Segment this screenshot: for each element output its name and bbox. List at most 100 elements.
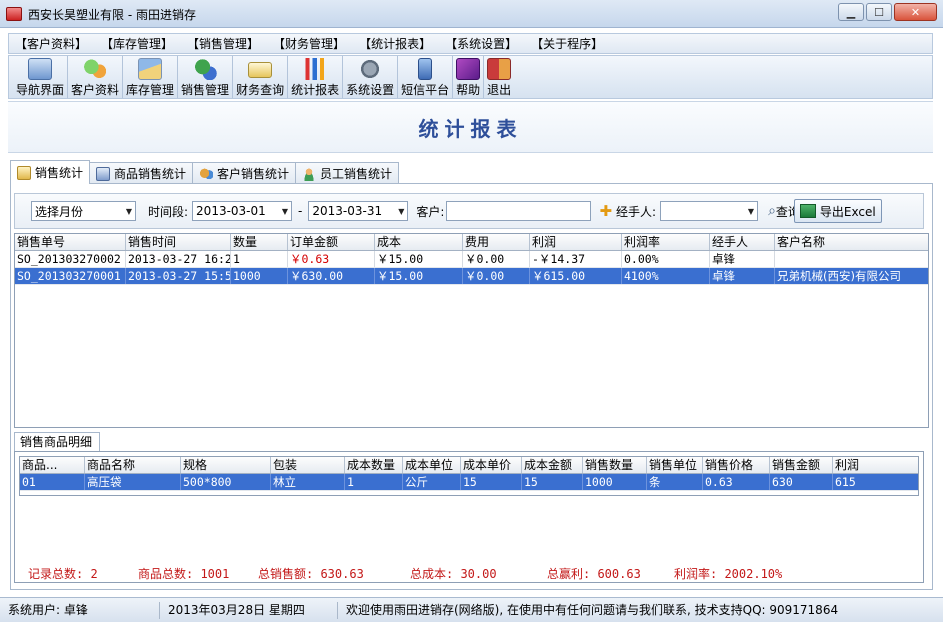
- handler-select[interactable]: ▼: [660, 201, 759, 221]
- toolbar-home-button[interactable]: 导航界面: [13, 56, 69, 98]
- column-header[interactable]: 成本: [375, 234, 463, 250]
- menu-about[interactable]: 【关于程序】: [531, 35, 603, 52]
- excel-icon: [799, 204, 816, 218]
- employee-icon: [302, 166, 317, 181]
- column-header[interactable]: 利润: [530, 234, 622, 250]
- column-header[interactable]: 商品...: [20, 457, 85, 473]
- customer-name-cell: 兄弟机械(西安)有限公司: [777, 269, 901, 283]
- menu-inventory[interactable]: 【库存管理】: [101, 35, 173, 52]
- page-banner: 统计报表: [8, 101, 933, 153]
- product-list-icon: [96, 166, 111, 181]
- bar-chart-icon: [303, 58, 328, 80]
- column-header[interactable]: 费用: [463, 234, 530, 250]
- tab-sales-stats[interactable]: 销售统计: [10, 160, 91, 184]
- table-row[interactable]: 01 高压袋 500*800 林立 1 公斤 15 15 1000 条 0.63…: [20, 474, 918, 491]
- tab-employee-sales-stats[interactable]: 员工销售统计: [295, 162, 400, 184]
- column-header[interactable]: 利润: [833, 457, 918, 473]
- customers-icon: [83, 58, 108, 80]
- tab-sales-item-detail[interactable]: 销售商品明细: [14, 432, 100, 452]
- sales-qty-cell: 1000: [583, 474, 647, 490]
- toolbar-finance-button[interactable]: 财务查询: [233, 56, 289, 98]
- export-excel-button[interactable]: 导出Excel: [793, 199, 882, 223]
- quantity-cell: 1000: [231, 268, 288, 284]
- menu-reports[interactable]: 【统计报表】: [359, 35, 431, 52]
- customer-group-icon: [199, 166, 214, 181]
- column-header[interactable]: 销售价格: [703, 457, 770, 473]
- help-book-icon: [456, 58, 481, 80]
- report-page-icon: [17, 165, 31, 180]
- sms-phone-icon: [418, 58, 433, 80]
- date-range-dash: -: [298, 204, 303, 218]
- column-header[interactable]: 商品名称: [85, 457, 181, 473]
- handler-label: 经手人:: [616, 204, 657, 219]
- menu-sales[interactable]: 【销售管理】: [187, 35, 259, 52]
- order-time-cell: 2013-03-27 15:5: [128, 268, 231, 284]
- cost-qty-cell: 1: [345, 474, 403, 490]
- column-header[interactable]: 销售时间: [126, 234, 231, 250]
- customer-input[interactable]: [446, 201, 592, 221]
- cost-cell: ￥15.00: [375, 251, 463, 267]
- profit-rate-cell: 0.00%: [622, 251, 710, 267]
- toolbar-help-button[interactable]: 帮助: [453, 56, 485, 98]
- finance-card-icon: [248, 62, 273, 78]
- column-header[interactable]: 成本单价: [461, 457, 522, 473]
- column-header[interactable]: 规格: [181, 457, 271, 473]
- profit-cell: 615: [835, 475, 856, 489]
- home-screen-icon: [28, 58, 52, 80]
- order-amount-cell: ￥630.00: [288, 268, 375, 284]
- cost-unit-cell: 公斤: [403, 474, 461, 490]
- maximize-button[interactable]: ☐: [866, 3, 892, 21]
- column-header[interactable]: 成本数量: [345, 457, 403, 473]
- time-range-label: 时间段:: [148, 204, 189, 219]
- customer-label: 客户:: [416, 204, 445, 219]
- menu-finance[interactable]: 【财务管理】: [273, 35, 345, 52]
- chevron-down-icon: ▼: [398, 206, 405, 216]
- column-header[interactable]: 成本金额: [522, 457, 583, 473]
- fee-cell: ￥0.00: [463, 268, 530, 284]
- toolbar-inventory-button[interactable]: 库存管理: [123, 56, 179, 98]
- column-header[interactable]: 成本单位: [403, 457, 461, 473]
- column-header[interactable]: 包装: [271, 457, 345, 473]
- column-header[interactable]: 客户名称: [775, 234, 928, 250]
- table-row[interactable]: SO_201303270002 2013-03-27 16:2 1 ￥0.63 …: [15, 251, 928, 268]
- cost-amount-cell: 15: [522, 474, 583, 490]
- order-id-cell: SO_201303270001: [15, 268, 126, 284]
- toolbar-reports-button[interactable]: 统计报表: [288, 56, 344, 98]
- window-title: 西安长昊塑业有限 - 雨田进销存: [28, 8, 196, 22]
- toolbar-sms-button[interactable]: 短信平台: [398, 56, 454, 98]
- summary-profit-rate: 利润率: 2002.10%: [674, 566, 783, 581]
- menu-customer[interactable]: 【客户资料】: [15, 35, 87, 52]
- column-header[interactable]: 数量: [231, 234, 288, 250]
- add-plus-icon[interactable]: ✚: [599, 202, 612, 220]
- column-header[interactable]: 利润率: [622, 234, 710, 250]
- sales-unit-cell: 条: [647, 474, 703, 490]
- sales-amount-cell: 630: [770, 474, 833, 490]
- toolbar-exit-button[interactable]: 退出: [484, 56, 514, 98]
- tab-customer-sales-stats[interactable]: 客户销售统计: [192, 162, 297, 184]
- toolbar-customers-button[interactable]: 客户资料: [68, 56, 124, 98]
- column-header[interactable]: 订单金额: [288, 234, 375, 250]
- column-header[interactable]: 销售金额: [770, 457, 833, 473]
- status-bar: 系统用户: 卓锋 2013年03月28日 星期四 欢迎使用雨田进销存(网络版),…: [0, 597, 943, 622]
- toolbar-settings-button[interactable]: 系统设置: [343, 56, 399, 98]
- title-bar: 西安长昊塑业有限 - 雨田进销存 ▁ ☐ ✕: [0, 0, 943, 28]
- column-header[interactable]: 销售单号: [15, 234, 126, 250]
- package-cell: 林立: [271, 474, 345, 490]
- column-header[interactable]: 销售单位: [647, 457, 703, 473]
- column-header[interactable]: 经手人: [710, 234, 775, 250]
- period-select[interactable]: 选择月份 ▼: [31, 201, 136, 221]
- date-from-picker[interactable]: 2013-03-01 ▼: [192, 201, 293, 221]
- column-header[interactable]: 销售数量: [583, 457, 647, 473]
- summary-bar: 记录总数: 2 商品总数: 1001 总销售额: 630.63 总成本: 30.…: [14, 560, 924, 586]
- tab-product-sales-stats[interactable]: 商品销售统计: [89, 162, 194, 184]
- minimize-button[interactable]: ▁: [838, 3, 864, 21]
- menu-settings[interactable]: 【系统设置】: [445, 35, 517, 52]
- close-button[interactable]: ✕: [894, 3, 937, 21]
- query-button[interactable]: 查询: [776, 203, 794, 220]
- chevron-down-icon: ▼: [125, 206, 132, 216]
- customer-name-cell: [775, 251, 928, 267]
- chevron-down-icon: ▼: [281, 206, 289, 216]
- date-to-picker[interactable]: 2013-03-31 ▼: [308, 201, 409, 221]
- table-row[interactable]: SO_201303270001 2013-03-27 15:5 1000 ￥63…: [15, 268, 928, 285]
- toolbar-sales-button[interactable]: 销售管理: [178, 56, 234, 98]
